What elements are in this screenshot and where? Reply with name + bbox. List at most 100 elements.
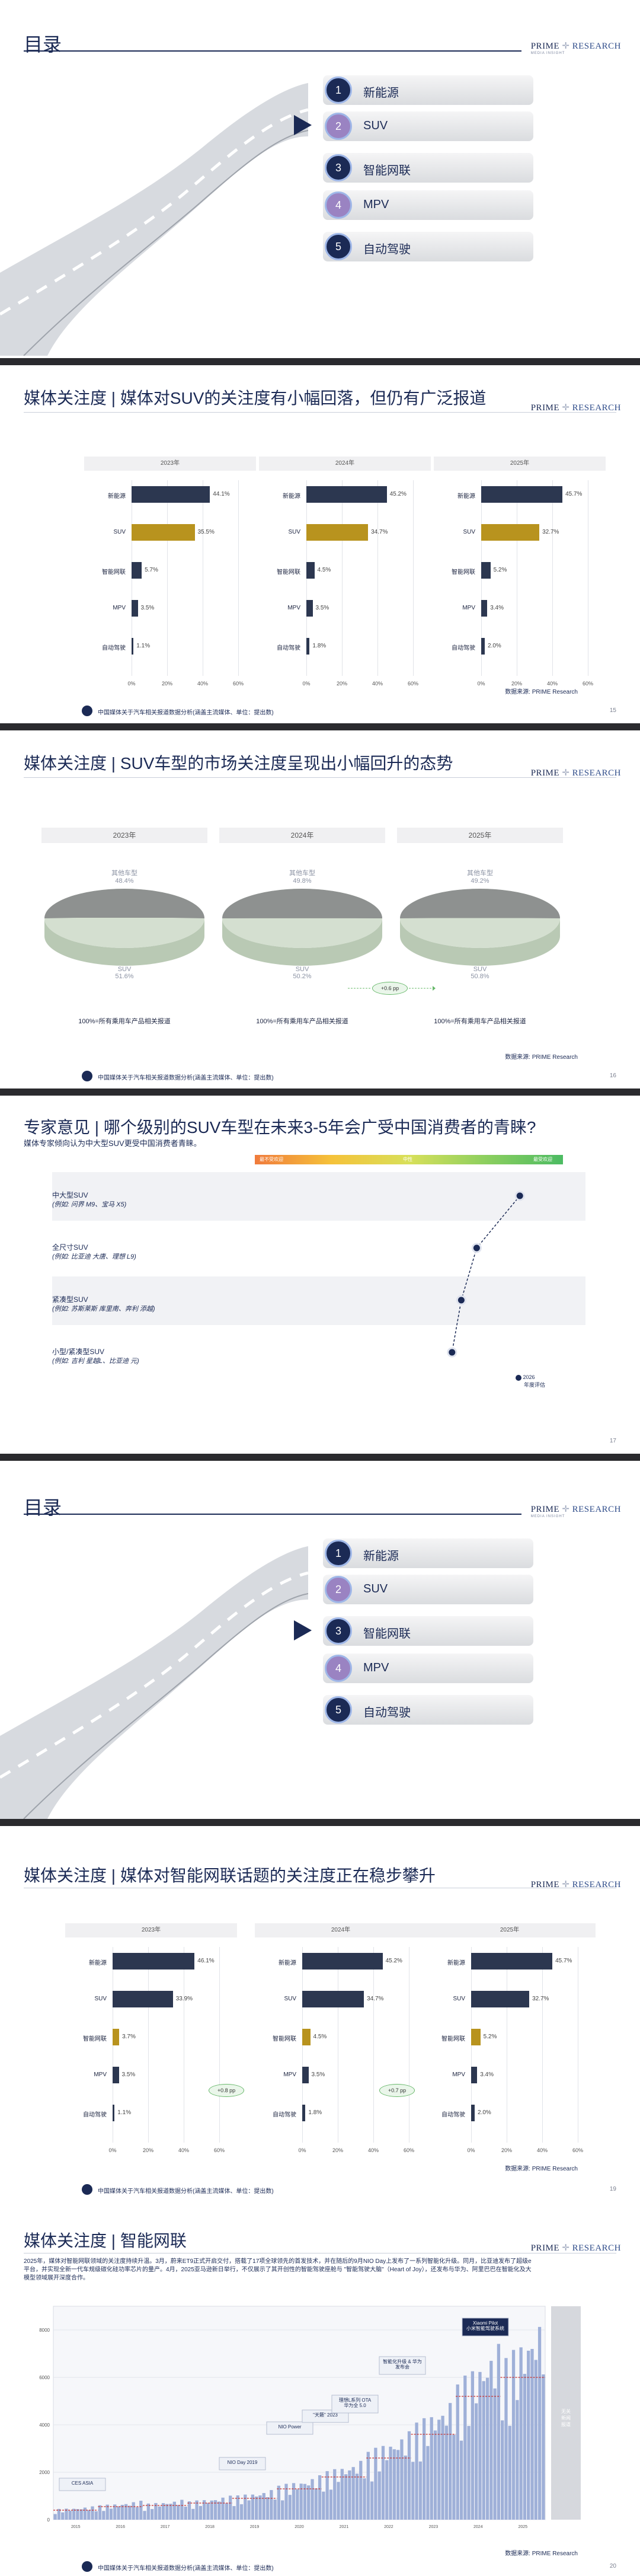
month-bar xyxy=(217,2501,221,2520)
agenda-item-1[interactable]: 1 新能源 xyxy=(323,75,533,105)
month-bar xyxy=(247,2500,251,2520)
month-bar xyxy=(377,2471,381,2520)
bar-category-label: MPV xyxy=(452,2071,465,2078)
side-label: 新闻 xyxy=(561,2415,571,2421)
slide-agenda-connected: 目录 PRIME ✛ RESEARCH MEDIA INSIGHT 1 新能源 … xyxy=(0,1463,640,1819)
month-bar xyxy=(444,2425,449,2520)
agenda-label-2: SUV xyxy=(363,1582,388,1595)
x-tick-label: 0% xyxy=(298,2147,306,2153)
bar-category-label: 自动驾驶 xyxy=(441,2112,465,2118)
slide-title: 媒体关注度 | 媒体对SUV的关注度有小幅回落，但仍有广泛报道 xyxy=(24,389,487,407)
agenda-item-2[interactable]: 2 SUV xyxy=(323,1575,533,1604)
bar-panel-2024年: 2024年 0% 20% 40% 60% 新能源 45.2% SUV 34.7% 智能网联 4.5%… xyxy=(259,457,431,723)
month-bar xyxy=(359,2460,363,2520)
agenda-item-1[interactable]: 1 新能源 xyxy=(323,1538,533,1568)
road-illustration xyxy=(0,1546,308,1819)
x-tick-label: 40% xyxy=(546,681,558,687)
month-bar xyxy=(418,2461,422,2520)
legend-line1: 2026 xyxy=(523,1374,535,1380)
month-bar xyxy=(489,2361,493,2520)
agenda-item-5[interactable]: 5 自动驾驶 xyxy=(323,232,533,261)
legend-dot-icon xyxy=(516,1374,521,1381)
month-bar xyxy=(351,2467,355,2520)
agenda-item-2[interactable]: 2 SUV xyxy=(323,111,533,141)
side-label: 无关 xyxy=(561,2408,571,2414)
logo-prime: PRIME xyxy=(530,768,560,778)
bar-value-label: 34.7% xyxy=(371,529,388,535)
month-bar xyxy=(340,2469,344,2520)
agenda-item-3[interactable]: 3 智能网联 xyxy=(323,1616,533,1646)
agenda-num-2: 2 xyxy=(325,1576,352,1603)
month-bar xyxy=(467,2425,471,2520)
agenda-label-5: 自动驾驶 xyxy=(363,243,411,256)
bar-value-label: 45.7% xyxy=(565,491,583,497)
gridline xyxy=(238,480,239,676)
bar xyxy=(113,2029,120,2045)
brand-logo: PRIME ✛ RESEARCH xyxy=(530,403,621,413)
slide-suv-share-pies: 媒体关注度 | SUV车型的市场关注度呈现出小幅回升的态势 PRIME ✛ RE… xyxy=(0,733,640,1089)
month-bar xyxy=(79,2509,83,2520)
source-note: 数据来源: PRIME Research xyxy=(505,1054,578,1061)
bar xyxy=(113,2067,119,2083)
slide-separator xyxy=(0,1089,640,1096)
slide-title: 媒体关注度 | SUV车型的市场关注度呈现出小幅回升的态势 xyxy=(24,754,453,773)
month-bar xyxy=(355,2473,359,2520)
month-bar xyxy=(527,2350,530,2520)
bar xyxy=(132,524,195,541)
bar xyxy=(113,1991,173,2007)
month-bar xyxy=(229,2495,232,2520)
bar-value-label: 5.2% xyxy=(483,2034,497,2040)
month-bar xyxy=(325,2471,329,2520)
event-label: CES ASIA xyxy=(72,2481,94,2486)
agenda-num-4: 4 xyxy=(325,191,352,219)
logo-research: RESEARCH xyxy=(572,1505,621,1514)
month-bar xyxy=(132,2502,135,2520)
footer-logo-icon xyxy=(82,706,92,716)
slide-media-attention-connected: 媒体关注度 | 媒体对智能网联话题的关注度正在稳步攀升 PRIME ✛ RESE… xyxy=(0,1828,640,2196)
month-bar xyxy=(497,2344,501,2520)
footer: 中国媒体关于汽车相关报道数据分析(涵盖主流媒体、单位：提出数) 15 xyxy=(0,703,640,720)
logo-research: RESEARCH xyxy=(572,768,621,778)
month-bar xyxy=(392,2449,396,2520)
bar-panel-2025年: 2025年 0% 20% 40% 60% 新能源 45.7% SUV 32.7% 智能网联 5.2%… xyxy=(424,1923,596,2190)
y-tick-label: 4000 xyxy=(39,2422,50,2428)
month-bar xyxy=(475,2403,478,2520)
logo-research: RESEARCH xyxy=(572,42,621,51)
bar-panel-2023年: 2023年 0% 20% 40% 60% 新能源 46.1% SUV 33.9% 智能网联 3.7%… xyxy=(65,1923,237,2190)
month-bar xyxy=(508,2425,511,2520)
bar xyxy=(481,562,491,579)
bar-category-label: 新能源 xyxy=(457,493,475,500)
agenda-item-5[interactable]: 5 自动驾驶 xyxy=(323,1695,533,1725)
logo-prime: PRIME xyxy=(530,42,560,51)
agenda-label-3: 智能网联 xyxy=(363,164,411,177)
gridline xyxy=(413,480,414,676)
event-label: Xiaomi Pilot xyxy=(473,2320,498,2326)
pie-slice-other xyxy=(222,889,382,918)
month-bar xyxy=(348,2470,351,2520)
agenda-item-4[interactable]: 4 MPV xyxy=(323,1654,533,1683)
logo-research: RESEARCH xyxy=(572,403,621,413)
brand-logo: PRIME ✛ RESEARCH xyxy=(530,1880,621,1889)
agenda-num-3: 3 xyxy=(325,1617,352,1645)
month-bar xyxy=(281,2500,284,2520)
bar-value-label: 4.5% xyxy=(313,2034,327,2040)
agenda-num-1: 1 xyxy=(325,1540,352,1567)
month-bar xyxy=(478,2371,482,2520)
agenda-num-5: 5 xyxy=(325,1696,352,1723)
logo-prime: PRIME xyxy=(530,1880,560,1889)
change-badge-1: +0.8 pp xyxy=(209,2084,244,2097)
rating-dot xyxy=(447,1347,457,1358)
bar-category-label: SUV xyxy=(113,529,126,535)
y-tick-label: 8000 xyxy=(39,2328,50,2333)
agenda-item-3[interactable]: 3 智能网联 xyxy=(323,153,533,183)
pie-label-other: 其他车型 49.8% xyxy=(289,870,315,885)
slide-connected-timeline: 媒体关注度 | 智能网联 PRIME ✛ RESEARCH 2025年，媒体对智… xyxy=(0,2211,640,2576)
agenda-label-1: 新能源 xyxy=(363,87,399,100)
bar xyxy=(132,562,142,579)
month-bar xyxy=(206,2502,210,2520)
month-bar xyxy=(322,2491,325,2520)
bar-value-label: 34.7% xyxy=(367,1996,384,2002)
agenda-item-4[interactable]: 4 MPV xyxy=(323,190,533,220)
gridline xyxy=(542,1947,543,2143)
footer-text: 中国媒体关于汽车相关报道数据分析(涵盖主流媒体、单位：提出数) xyxy=(98,710,274,716)
